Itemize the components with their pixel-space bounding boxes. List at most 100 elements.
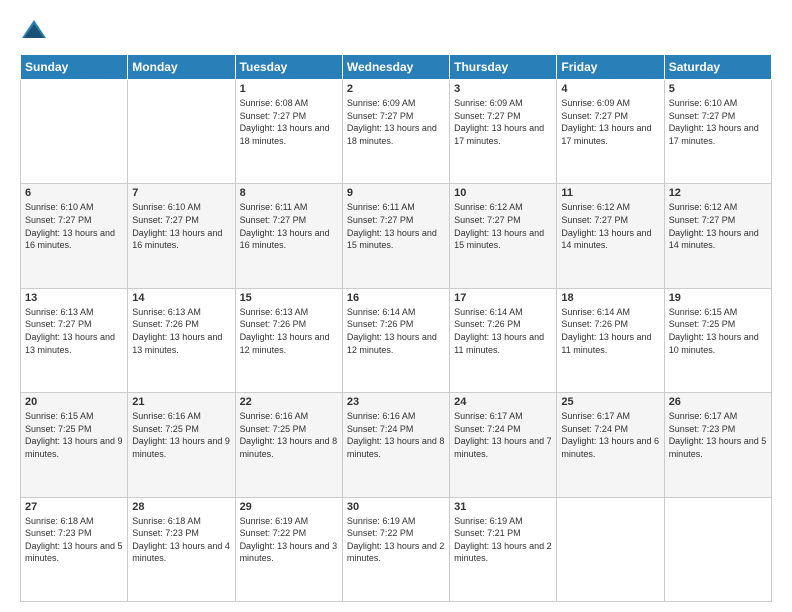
- weekday-header-monday: Monday: [128, 55, 235, 80]
- day-info: Sunrise: 6:11 AM Sunset: 7:27 PM Dayligh…: [240, 201, 338, 251]
- day-number: 3: [454, 83, 552, 95]
- calendar-cell: 9 Sunrise: 6:11 AM Sunset: 7:27 PM Daylig…: [342, 184, 449, 288]
- calendar-cell: 11 Sunrise: 6:12 AM Sunset: 7:27 PM Dayli…: [557, 184, 664, 288]
- calendar-cell: 1 Sunrise: 6:08 AM Sunset: 7:27 PM Daylig…: [235, 80, 342, 184]
- calendar-cell: 22 Sunrise: 6:16 AM Sunset: 7:25 PM Dayli…: [235, 393, 342, 497]
- day-info: Sunrise: 6:18 AM Sunset: 7:23 PM Dayligh…: [25, 515, 123, 565]
- calendar-cell: [557, 497, 664, 601]
- calendar-cell: 20 Sunrise: 6:15 AM Sunset: 7:25 PM Dayli…: [21, 393, 128, 497]
- day-number: 15: [240, 292, 338, 304]
- logo-icon: [20, 16, 48, 44]
- day-number: 9: [347, 187, 445, 199]
- calendar-cell: 16 Sunrise: 6:14 AM Sunset: 7:26 PM Dayli…: [342, 288, 449, 392]
- weekday-header-sunday: Sunday: [21, 55, 128, 80]
- day-number: 17: [454, 292, 552, 304]
- calendar-cell: 7Sunrise: 6:10 AM Sunset: 7:27 PM Daylig…: [128, 184, 235, 288]
- day-number: 2: [347, 83, 445, 95]
- day-info: Sunrise: 6:18 AM Sunset: 7:23 PM Dayligh…: [132, 515, 230, 565]
- day-info: Sunrise: 6:16 AM Sunset: 7:25 PM Dayligh…: [132, 410, 230, 460]
- calendar-cell: 6Sunrise: 6:10 AM Sunset: 7:27 PM Daylig…: [21, 184, 128, 288]
- calendar-body: 1 Sunrise: 6:08 AM Sunset: 7:27 PM Daylig…: [21, 80, 772, 602]
- page: SundayMondayTuesdayWednesdayThursdayFrid…: [0, 0, 792, 612]
- calendar-week-3: 20 Sunrise: 6:15 AM Sunset: 7:25 PM Dayli…: [21, 393, 772, 497]
- calendar-header: SundayMondayTuesdayWednesdayThursdayFrid…: [21, 55, 772, 80]
- calendar-cell: 14 Sunrise: 6:13 AM Sunset: 7:26 PM Dayli…: [128, 288, 235, 392]
- calendar-cell: 31 Sunrise: 6:19 AM Sunset: 7:21 PM Dayli…: [450, 497, 557, 601]
- calendar-cell: 13Sunrise: 6:13 AM Sunset: 7:27 PM Dayli…: [21, 288, 128, 392]
- calendar-cell: 27 Sunrise: 6:18 AM Sunset: 7:23 PM Dayli…: [21, 497, 128, 601]
- day-info: Sunrise: 6:16 AM Sunset: 7:24 PM Dayligh…: [347, 410, 445, 460]
- weekday-header-saturday: Saturday: [664, 55, 771, 80]
- day-info: Sunrise: 6:14 AM Sunset: 7:26 PM Dayligh…: [347, 306, 445, 356]
- day-number: 21: [132, 396, 230, 408]
- day-number: 20: [25, 396, 123, 408]
- day-number: 14: [132, 292, 230, 304]
- weekday-header-tuesday: Tuesday: [235, 55, 342, 80]
- day-info: Sunrise: 6:08 AM Sunset: 7:27 PM Dayligh…: [240, 97, 338, 147]
- day-number: 27: [25, 501, 123, 513]
- day-info: Sunrise: 6:17 AM Sunset: 7:24 PM Dayligh…: [454, 410, 552, 460]
- calendar-cell: 21 Sunrise: 6:16 AM Sunset: 7:25 PM Dayli…: [128, 393, 235, 497]
- day-info: Sunrise: 6:17 AM Sunset: 7:23 PM Dayligh…: [669, 410, 767, 460]
- calendar-cell: 26 Sunrise: 6:17 AM Sunset: 7:23 PM Dayli…: [664, 393, 771, 497]
- day-number: 6: [25, 187, 123, 199]
- day-number: 1: [240, 83, 338, 95]
- day-number: 22: [240, 396, 338, 408]
- weekday-header-wednesday: Wednesday: [342, 55, 449, 80]
- day-info: Sunrise: 6:12 AM Sunset: 7:27 PM Dayligh…: [454, 201, 552, 251]
- weekday-row: SundayMondayTuesdayWednesdayThursdayFrid…: [21, 55, 772, 80]
- weekday-header-friday: Friday: [557, 55, 664, 80]
- day-info: Sunrise: 6:13 AM Sunset: 7:26 PM Dayligh…: [132, 306, 230, 356]
- day-number: 18: [561, 292, 659, 304]
- calendar-cell: 12 Sunrise: 6:12 AM Sunset: 7:27 PM Dayli…: [664, 184, 771, 288]
- day-info: Sunrise: 6:09 AM Sunset: 7:27 PM Dayligh…: [347, 97, 445, 147]
- day-number: 4: [561, 83, 659, 95]
- calendar-cell: 30Sunrise: 6:19 AM Sunset: 7:22 PM Dayli…: [342, 497, 449, 601]
- calendar-cell: 17 Sunrise: 6:14 AM Sunset: 7:26 PM Dayli…: [450, 288, 557, 392]
- day-number: 29: [240, 501, 338, 513]
- calendar-cell: 15Sunrise: 6:13 AM Sunset: 7:26 PM Dayli…: [235, 288, 342, 392]
- day-info: Sunrise: 6:10 AM Sunset: 7:27 PM Dayligh…: [669, 97, 767, 147]
- day-number: 31: [454, 501, 552, 513]
- calendar-cell: 18Sunrise: 6:14 AM Sunset: 7:26 PM Dayli…: [557, 288, 664, 392]
- header: [20, 16, 772, 44]
- calendar: SundayMondayTuesdayWednesdayThursdayFrid…: [20, 54, 772, 602]
- calendar-cell: [128, 80, 235, 184]
- day-number: 26: [669, 396, 767, 408]
- day-number: 25: [561, 396, 659, 408]
- day-info: Sunrise: 6:17 AM Sunset: 7:24 PM Dayligh…: [561, 410, 659, 460]
- calendar-cell: [21, 80, 128, 184]
- calendar-week-2: 13Sunrise: 6:13 AM Sunset: 7:27 PM Dayli…: [21, 288, 772, 392]
- calendar-cell: 4 Sunrise: 6:09 AM Sunset: 7:27 PM Daylig…: [557, 80, 664, 184]
- day-info: Sunrise: 6:15 AM Sunset: 7:25 PM Dayligh…: [25, 410, 123, 460]
- day-info: Sunrise: 6:15 AM Sunset: 7:25 PM Dayligh…: [669, 306, 767, 356]
- day-info: Sunrise: 6:19 AM Sunset: 7:22 PM Dayligh…: [347, 515, 445, 565]
- day-info: Sunrise: 6:13 AM Sunset: 7:27 PM Dayligh…: [25, 306, 123, 356]
- calendar-cell: 3Sunrise: 6:09 AM Sunset: 7:27 PM Daylig…: [450, 80, 557, 184]
- day-info: Sunrise: 6:14 AM Sunset: 7:26 PM Dayligh…: [454, 306, 552, 356]
- calendar-cell: 2 Sunrise: 6:09 AM Sunset: 7:27 PM Daylig…: [342, 80, 449, 184]
- day-info: Sunrise: 6:19 AM Sunset: 7:21 PM Dayligh…: [454, 515, 552, 565]
- day-info: Sunrise: 6:11 AM Sunset: 7:27 PM Dayligh…: [347, 201, 445, 251]
- day-number: 11: [561, 187, 659, 199]
- day-number: 19: [669, 292, 767, 304]
- day-number: 16: [347, 292, 445, 304]
- weekday-header-thursday: Thursday: [450, 55, 557, 80]
- day-number: 10: [454, 187, 552, 199]
- day-number: 8: [240, 187, 338, 199]
- day-info: Sunrise: 6:16 AM Sunset: 7:25 PM Dayligh…: [240, 410, 338, 460]
- day-number: 12: [669, 187, 767, 199]
- calendar-week-0: 1 Sunrise: 6:08 AM Sunset: 7:27 PM Daylig…: [21, 80, 772, 184]
- day-info: Sunrise: 6:09 AM Sunset: 7:27 PM Dayligh…: [561, 97, 659, 147]
- calendar-cell: 25 Sunrise: 6:17 AM Sunset: 7:24 PM Dayli…: [557, 393, 664, 497]
- calendar-cell: [664, 497, 771, 601]
- calendar-week-4: 27 Sunrise: 6:18 AM Sunset: 7:23 PM Dayli…: [21, 497, 772, 601]
- day-number: 23: [347, 396, 445, 408]
- logo: [20, 16, 52, 44]
- day-number: 28: [132, 501, 230, 513]
- day-info: Sunrise: 6:12 AM Sunset: 7:27 PM Dayligh…: [669, 201, 767, 251]
- day-number: 5: [669, 83, 767, 95]
- day-info: Sunrise: 6:12 AM Sunset: 7:27 PM Dayligh…: [561, 201, 659, 251]
- day-info: Sunrise: 6:10 AM Sunset: 7:27 PM Dayligh…: [132, 201, 230, 251]
- calendar-cell: 10 Sunrise: 6:12 AM Sunset: 7:27 PM Dayli…: [450, 184, 557, 288]
